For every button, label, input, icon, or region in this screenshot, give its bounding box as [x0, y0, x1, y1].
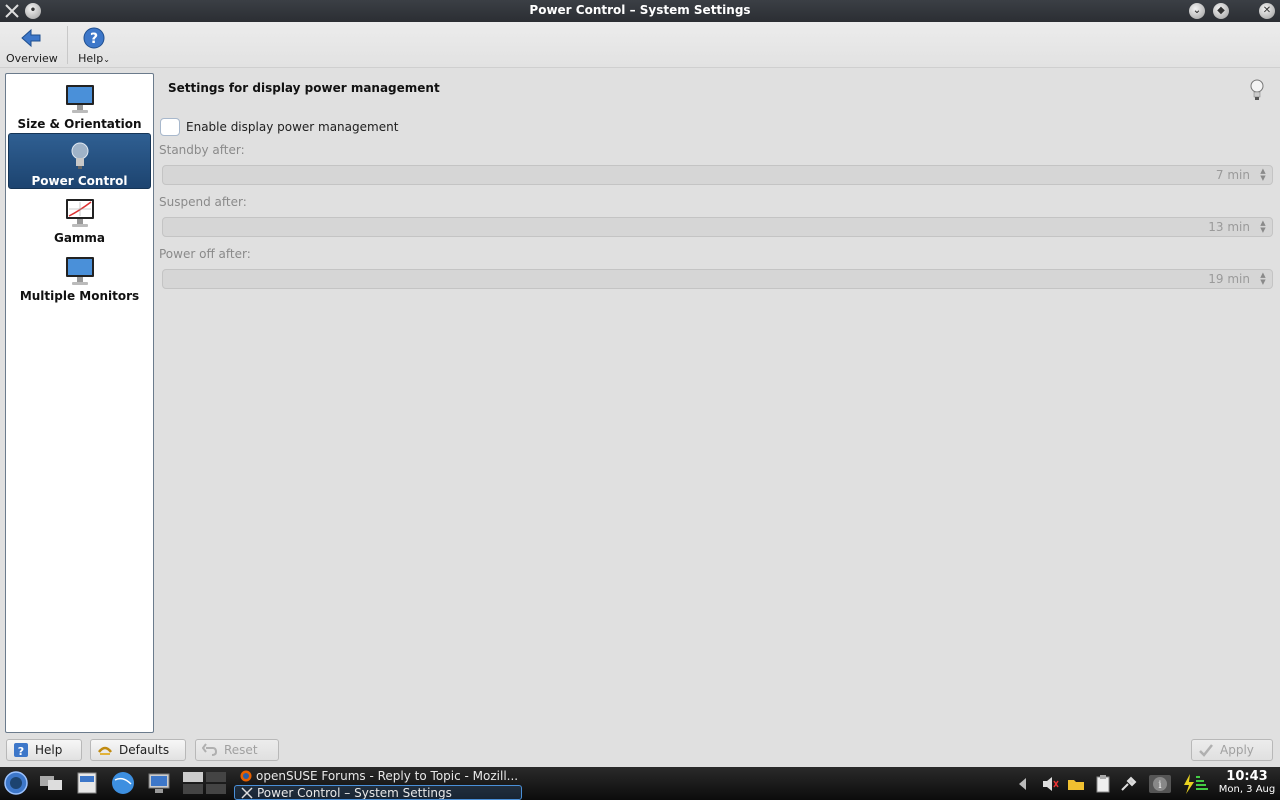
system-monitor-icon[interactable]	[146, 770, 172, 796]
suspend-spinbox[interactable]: 13 min ▲ ▼	[162, 217, 1273, 237]
clock[interactable]: 10:43 Mon, 3 Aug	[1218, 769, 1276, 795]
suspend-value: 13 min	[1208, 220, 1250, 234]
poweroff-spinbox[interactable]: 19 min ▲ ▼	[162, 269, 1273, 289]
defaults-button-label: Defaults	[119, 743, 170, 757]
gamma-monitor-icon	[65, 199, 94, 227]
battery-power-icon[interactable]	[1180, 774, 1210, 794]
svg-text:?: ?	[90, 31, 98, 47]
minimize-button[interactable]: ⌄	[1188, 2, 1206, 20]
lightbulb-icon	[1250, 79, 1264, 100]
undo-icon	[202, 743, 218, 756]
clock-date: Mon, 3 Aug	[1218, 784, 1276, 795]
help-icon: ?	[14, 743, 28, 758]
spin-arrows-icon[interactable]: ▲ ▼	[1258, 220, 1268, 234]
notifications-info-icon[interactable]: i	[1148, 774, 1172, 794]
poweroff-value: 19 min	[1208, 272, 1250, 286]
enable-dpm-checkbox[interactable]	[160, 118, 180, 136]
taskbar-task-firefox[interactable]: openSUSE Forums - Reply to Topic - Mozil…	[234, 769, 522, 784]
title-bar[interactable]: • Power Control – System Settings ⌄ ◆ ✕	[0, 0, 1280, 22]
lightbulb-icon	[71, 142, 88, 169]
app-tools-icon	[241, 787, 253, 799]
overview-button[interactable]: Overview	[6, 26, 58, 65]
sidebar-item-gamma[interactable]: Gamma	[8, 191, 151, 247]
checkmark-icon	[1199, 744, 1213, 757]
page-title: Settings for display power management	[168, 81, 440, 95]
sidebar-item-label: Gamma	[53, 231, 106, 245]
help-icon: ?	[83, 27, 105, 49]
back-arrow-icon	[21, 28, 41, 48]
file-manager-icon[interactable]	[74, 770, 100, 796]
sidebar-item-power-control[interactable]: Power Control	[8, 133, 151, 189]
sidebar-item-label: Multiple Monitors	[19, 289, 140, 303]
apply-button-label: Apply	[1220, 743, 1254, 757]
standby-label: Standby after:	[159, 143, 245, 157]
poweroff-label: Power off after:	[159, 247, 251, 261]
category-sidebar: Size & Orientation Power Control Gamma M…	[5, 73, 154, 733]
application-launcher-icon[interactable]	[3, 770, 29, 796]
chevron-down-icon: ⌄	[103, 55, 110, 64]
enable-dpm-row[interactable]: Enable display power management	[160, 118, 398, 136]
web-browser-icon[interactable]	[110, 770, 136, 796]
task-label: Power Control – System Settings	[257, 786, 452, 800]
defaults-button[interactable]: Defaults	[90, 739, 186, 761]
toolbar-separator	[67, 26, 68, 64]
svg-text:i: i	[1158, 780, 1161, 791]
help-button[interactable]: ? Help	[6, 739, 82, 761]
show-desktop-icon[interactable]	[38, 770, 64, 796]
clipboard-icon[interactable]	[1093, 774, 1113, 794]
standby-spinbox[interactable]: 7 min ▲ ▼	[162, 165, 1273, 185]
window-title: Power Control – System Settings	[529, 3, 751, 17]
close-button[interactable]: ✕	[1258, 2, 1276, 20]
overview-label: Overview	[6, 52, 58, 65]
task-label: openSUSE Forums - Reply to Topic - Mozil…	[256, 769, 519, 783]
apply-button[interactable]: Apply	[1191, 739, 1273, 761]
help-menu-button[interactable]: ? Help⌄	[78, 26, 110, 65]
volume-muted-icon[interactable]	[1040, 774, 1060, 794]
firefox-icon	[240, 770, 252, 782]
svg-text:?: ?	[18, 745, 24, 758]
sidebar-item-multiple-monitors[interactable]: Multiple Monitors	[8, 249, 151, 305]
sidebar-item-label: Power Control	[31, 174, 128, 188]
suspend-label: Suspend after:	[159, 195, 247, 209]
reset-button[interactable]: Reset	[195, 739, 279, 761]
settings-panel: Settings for display power management En…	[158, 73, 1276, 733]
folder-icon[interactable]	[1066, 774, 1086, 794]
tray-expand-arrow-icon[interactable]	[1016, 774, 1028, 794]
enable-dpm-label[interactable]: Enable display power management	[186, 120, 398, 134]
toolbar: Overview ? Help⌄	[0, 22, 1280, 68]
sidebar-item-size-orientation[interactable]: Size & Orientation	[8, 77, 151, 133]
defaults-icon	[98, 746, 112, 755]
standby-value: 7 min	[1215, 168, 1250, 182]
monitor-icon	[65, 257, 94, 285]
taskbar-task-system-settings[interactable]: Power Control – System Settings	[234, 785, 522, 800]
sidebar-item-label: Size & Orientation	[17, 117, 142, 131]
clock-time: 10:43	[1226, 769, 1268, 784]
pager-icon[interactable]	[182, 770, 228, 796]
monitor-icon	[65, 85, 94, 113]
spin-arrows-icon[interactable]: ▲ ▼	[1258, 168, 1268, 182]
spin-arrows-icon[interactable]: ▲ ▼	[1258, 272, 1268, 286]
network-plug-icon[interactable]	[1119, 774, 1139, 794]
help-button-label: Help	[35, 743, 63, 757]
maximize-button[interactable]: ◆	[1212, 2, 1230, 20]
reset-button-label: Reset	[224, 743, 258, 757]
help-label: Help	[78, 52, 104, 65]
